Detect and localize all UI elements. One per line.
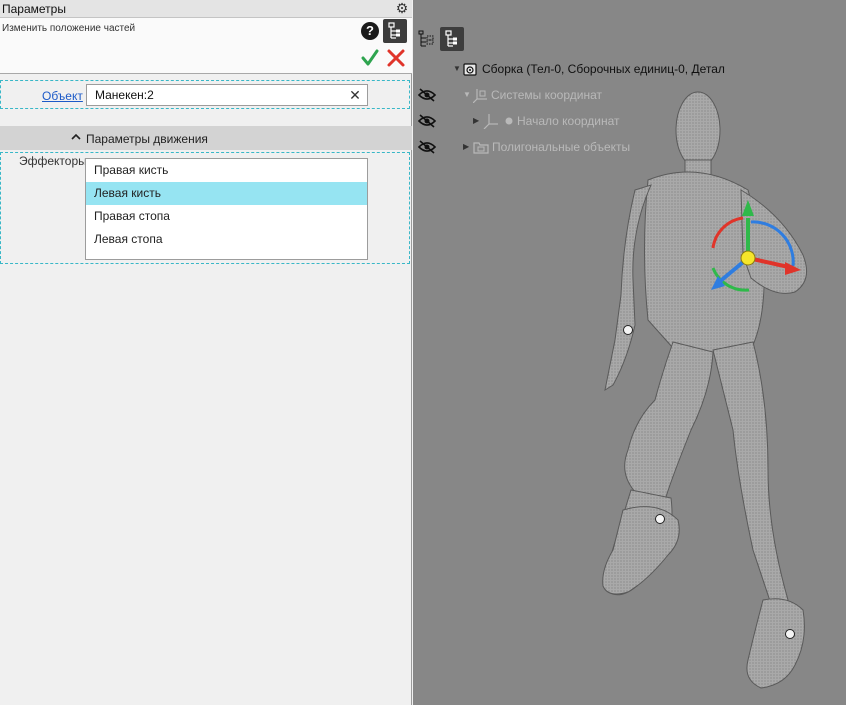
- motion-section-title: Параметры движения: [86, 132, 208, 146]
- motion-section-header[interactable]: Параметры движения: [0, 126, 412, 150]
- object-link[interactable]: Объект: [42, 89, 83, 103]
- chevron-up-icon: [71, 133, 81, 140]
- hidden-eye-icon[interactable]: [417, 140, 437, 154]
- 3d-viewport[interactable]: ▼ Сборка (Тел-0, Сборочных единиц-0, Дет…: [413, 0, 846, 705]
- mannequin-model[interactable]: [563, 80, 846, 705]
- expand-arrow-icon[interactable]: ▼: [463, 90, 471, 99]
- hidden-eye-icon[interactable]: [417, 114, 437, 128]
- effectors-list[interactable]: Правая кисть Левая кисть Правая стопа Ле…: [85, 158, 368, 260]
- model-tree-button[interactable]: [440, 27, 464, 51]
- effectors-label: Эффекторы:: [19, 154, 91, 168]
- effector-item-right-hand[interactable]: Правая кисть: [86, 159, 367, 182]
- checkmark-icon: [361, 49, 379, 66]
- axes-icon: [483, 114, 498, 129]
- clear-icon[interactable]: ✕: [348, 87, 362, 103]
- folder-icon: [473, 142, 489, 154]
- panel-title: Параметры: [2, 2, 66, 16]
- parameters-panel: Параметры ⚙ Изменить положение частей ?: [0, 0, 412, 705]
- tree-toggle-button[interactable]: [383, 19, 407, 43]
- tree-root-row[interactable]: ▼ Сборка (Тел-0, Сборочных единиц-0, Дет…: [413, 60, 846, 78]
- command-area: Изменить положение частей ?: [0, 18, 412, 74]
- filter-tree-button[interactable]: [415, 28, 437, 50]
- tree-structure-icon: [445, 30, 457, 47]
- gear-icon[interactable]: ⚙: [395, 1, 409, 15]
- expand-arrow-icon[interactable]: ▼: [453, 64, 461, 73]
- origin-point-icon: [505, 117, 513, 125]
- object-field[interactable]: Манекен:2 ✕: [86, 84, 368, 106]
- hidden-eye-icon[interactable]: [417, 88, 437, 102]
- effector-item-right-foot[interactable]: Правая стопа: [86, 205, 367, 228]
- tree-filter-icon: [418, 30, 434, 47]
- object-value: Манекен:2: [95, 88, 154, 102]
- close-icon: [387, 49, 405, 67]
- tree-structure-icon: [388, 22, 400, 39]
- expand-arrow-icon[interactable]: ▶: [473, 116, 479, 125]
- coordinate-system-icon: [473, 89, 487, 103]
- ok-button[interactable]: [360, 48, 380, 68]
- cancel-button[interactable]: [386, 48, 406, 68]
- expand-arrow-icon[interactable]: ▶: [463, 142, 469, 151]
- panel-title-bar: Параметры ⚙: [0, 0, 412, 18]
- question-icon[interactable]: ?: [361, 22, 379, 40]
- effector-item-left-foot[interactable]: Левая стопа: [86, 228, 367, 251]
- tree-root-label: Сборка (Тел-0, Сборочных единиц-0, Детал: [482, 62, 725, 76]
- command-name: Изменить положение частей: [2, 23, 136, 34]
- assembly-icon: [463, 63, 477, 76]
- effector-item-left-hand[interactable]: Левая кисть: [86, 182, 367, 205]
